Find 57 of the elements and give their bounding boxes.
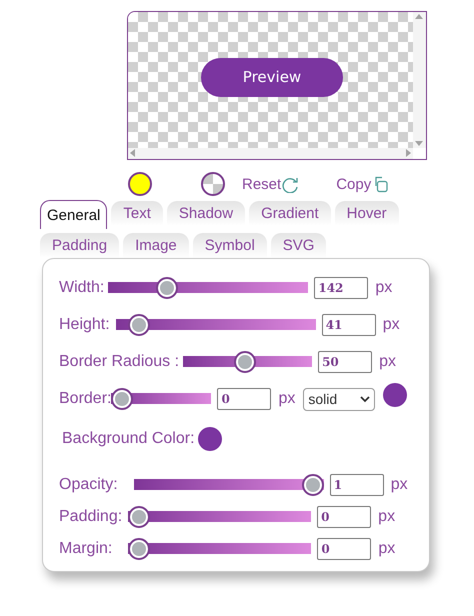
field-label: Border:	[59, 390, 112, 408]
tab[interactable]: Shadow	[166, 201, 246, 226]
field-label: Height:	[59, 316, 110, 334]
number-field[interactable]: 41	[322, 314, 376, 336]
number-field[interactable]: 50	[318, 351, 372, 373]
number-field[interactable]: 1	[330, 474, 384, 496]
field-label: Padding:	[59, 508, 122, 526]
field-label: Opacity:	[59, 476, 118, 494]
horizontal-scrollbar[interactable]	[128, 148, 413, 159]
refresh-icon[interactable]	[282, 176, 300, 192]
number-field[interactable]: 0	[317, 538, 372, 560]
color-swatch[interactable]	[198, 427, 222, 451]
unit-label: px	[390, 476, 408, 494]
slider[interactable]	[183, 351, 312, 373]
tab[interactable]: Gradient	[249, 201, 331, 226]
preview-button[interactable]: Preview	[201, 58, 343, 96]
tab[interactable]: Padding	[40, 233, 120, 258]
slider-thumb[interactable]	[128, 506, 150, 528]
unit-label: px	[278, 390, 296, 408]
number-field[interactable]: 0	[317, 506, 372, 528]
slider-thumb[interactable]	[111, 388, 134, 410]
style-dropdown[interactable]: solid	[303, 388, 376, 410]
unit-label: px	[378, 540, 396, 558]
chevron-icon[interactable]	[360, 396, 370, 402]
tab[interactable]: Image	[123, 233, 189, 258]
unit-label: px	[379, 353, 396, 371]
text-color-swatch[interactable]	[128, 172, 152, 196]
unit-label: px	[382, 316, 400, 334]
slider-thumb[interactable]	[234, 351, 256, 373]
slider-thumb[interactable]	[128, 538, 150, 560]
slider[interactable]	[111, 388, 212, 410]
slider-thumb[interactable]	[128, 314, 150, 336]
transparency-icon[interactable]	[201, 172, 225, 196]
slider-thumb[interactable]	[302, 474, 324, 496]
tab[interactable]: Symbol	[192, 233, 267, 258]
slider[interactable]	[116, 314, 316, 336]
field-label: Margin:	[59, 540, 112, 558]
field-label: Border Radious :	[59, 353, 180, 371]
unit-label: px	[378, 508, 396, 526]
tab[interactable]: Hover	[334, 201, 399, 226]
tab[interactable]: SVG	[270, 233, 326, 258]
color-swatch[interactable]	[383, 383, 408, 407]
tab[interactable]: General	[40, 200, 108, 229]
number-field[interactable]: 142	[314, 277, 368, 299]
slider[interactable]	[108, 277, 308, 299]
slider[interactable]	[128, 538, 312, 560]
reset-link[interactable]: Reset	[242, 176, 282, 192]
copy-link[interactable]: Copy	[336, 176, 372, 192]
field-label: Background Color:	[62, 430, 195, 448]
slider[interactable]	[134, 474, 324, 496]
unit-label: px	[375, 279, 392, 297]
number-field[interactable]: 0	[217, 388, 272, 410]
slider-thumb[interactable]	[156, 277, 178, 299]
tab[interactable]: Text	[111, 201, 163, 226]
slider[interactable]	[128, 506, 312, 528]
vertical-scrollbar[interactable]	[413, 12, 426, 148]
field-label: Width:	[59, 279, 104, 297]
